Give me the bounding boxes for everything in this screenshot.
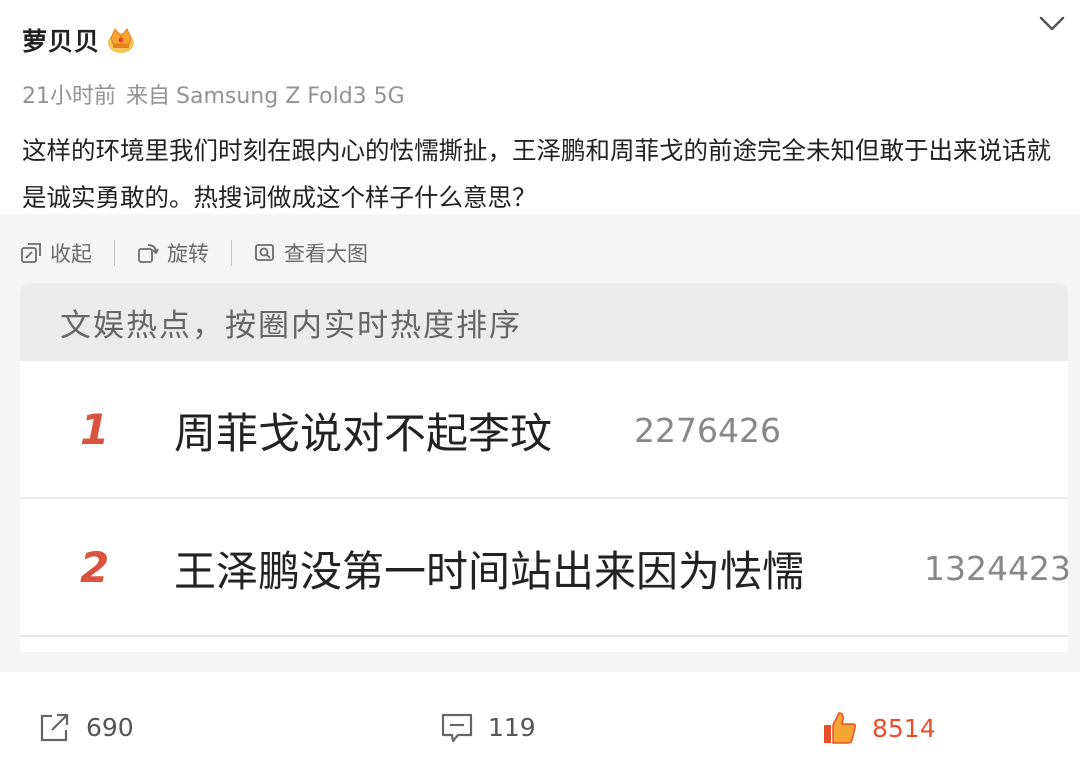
repost-count: 690 — [86, 712, 134, 742]
hot-rank: 2 — [80, 543, 110, 592]
view-large-button[interactable]: 查看大图 — [254, 238, 368, 268]
collapse-icon — [21, 243, 41, 263]
hot-item: 2 王泽鹏没第一时间站出来因为怯懦 1324423 — [20, 499, 1068, 637]
post-time: 21小时前 — [22, 84, 116, 109]
view-large-label: 查看大图 — [284, 242, 368, 266]
collapse-button[interactable]: 收起 — [20, 238, 92, 268]
comment-count: 119 — [488, 712, 536, 742]
like-button[interactable]: 8514 — [822, 710, 936, 746]
repost-button[interactable]: 690 — [38, 710, 134, 744]
comment-icon — [441, 713, 473, 743]
toolbar-divider — [231, 240, 232, 266]
collapse-label: 收起 — [50, 242, 92, 266]
comment-button[interactable]: 119 — [440, 710, 536, 744]
hot-search-image[interactable]: 文娱热点，按圈内实时热度排序 1 周菲戈说对不起李玟 2276426 2 王泽鹏… — [20, 283, 1068, 652]
action-bar: 690 119 8514 — [0, 700, 1080, 765]
hot-rank: 1 — [80, 405, 110, 454]
post-text: 这样的环境里我们时刻在跟内心的怯懦撕扯，王泽鹏和周菲戈的前途完全未知但敢于出来说… — [22, 136, 1051, 212]
chevron-down-icon[interactable] — [1038, 14, 1066, 34]
source-label: 来自 — [126, 84, 171, 109]
crown-icon — [108, 28, 135, 53]
image-toolbar: 收起 旋转 查看大图 — [20, 238, 368, 268]
hot-term: 周菲戈说对不起李玟 — [174, 409, 553, 458]
hot-card-header: 文娱热点，按圈内实时热度排序 — [20, 283, 1068, 361]
hot-item: 1 周菲戈说对不起李玟 2276426 — [20, 361, 1068, 499]
rotate-label: 旋转 — [167, 242, 209, 266]
share-icon — [40, 713, 69, 742]
toolbar-divider — [114, 240, 115, 266]
like-count: 8514 — [872, 713, 936, 743]
post-header: 萝贝贝 — [22, 22, 136, 58]
author-name[interactable]: 萝贝贝 — [22, 22, 100, 58]
rotate-button[interactable]: 旋转 — [137, 238, 209, 268]
hot-term: 王泽鹏没第一时间站出来因为怯懦 — [174, 547, 805, 596]
hot-heat: 1324423 — [924, 549, 1068, 588]
device-name[interactable]: Samsung Z Fold3 5G — [176, 84, 405, 109]
post-meta: 21小时前 来自 Samsung Z Fold3 5G — [22, 78, 405, 110]
rotate-icon — [138, 244, 159, 263]
like-icon — [824, 712, 856, 744]
hot-heat: 2276426 — [634, 411, 781, 450]
view-image-icon — [255, 244, 274, 261]
